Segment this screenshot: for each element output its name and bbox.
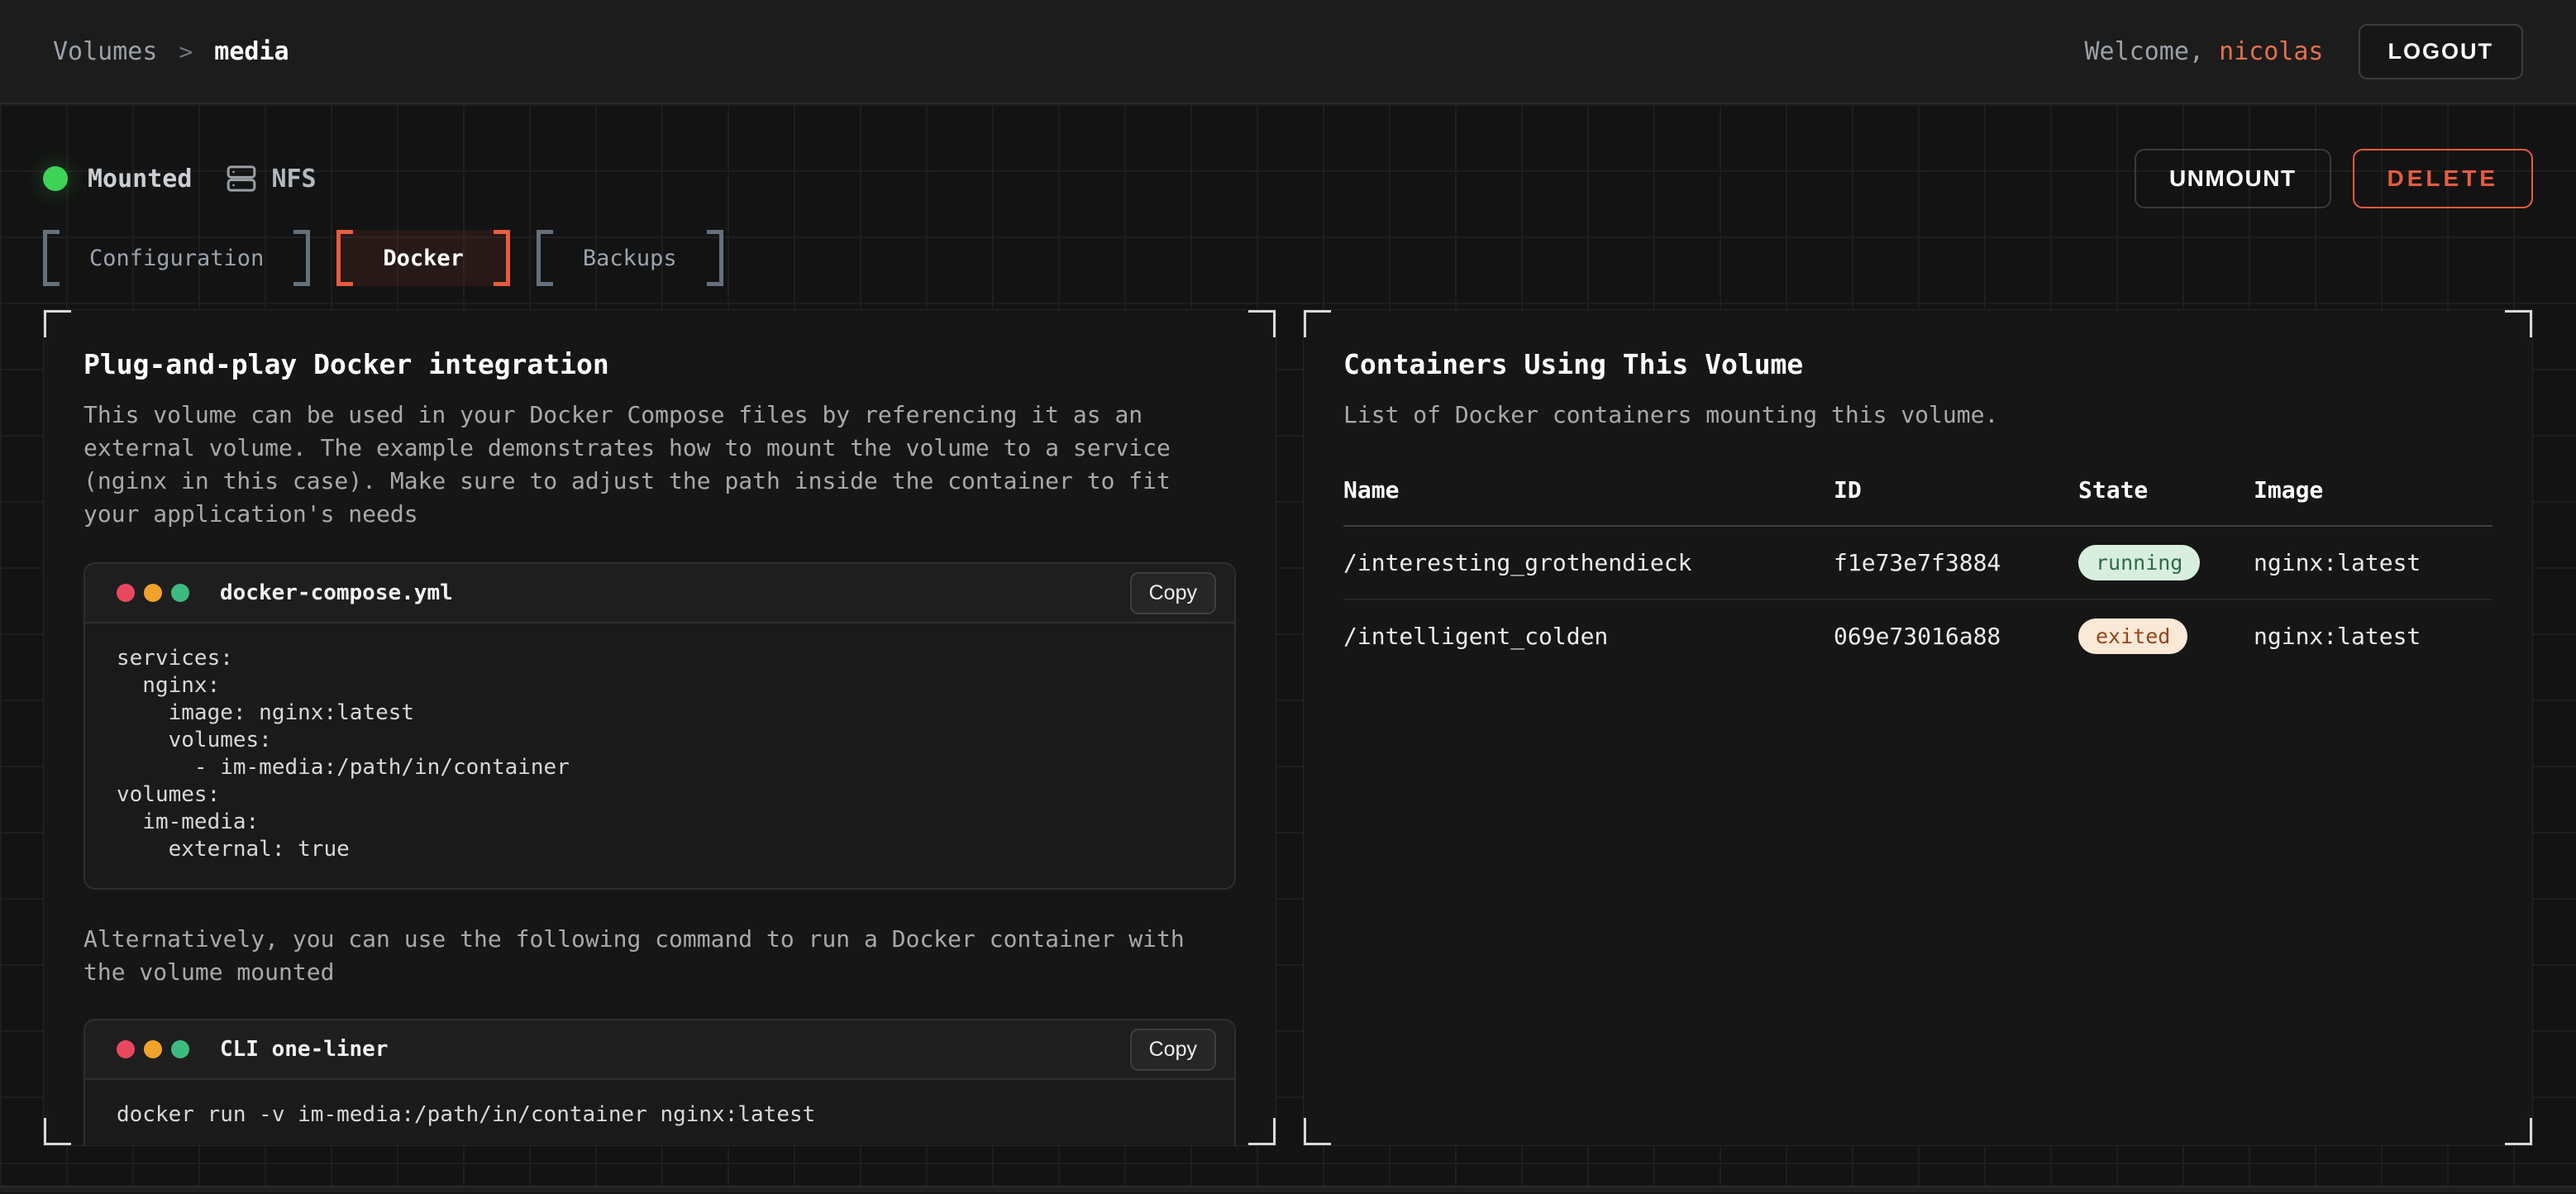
table-row: /interesting_grothendieck f1e73e7f3884 r…	[1343, 526, 2493, 599]
chevron-right-icon: >	[179, 38, 193, 65]
cli-code-content: docker run -v im-media:/path/in/containe…	[85, 1080, 1234, 1146]
col-header-state: State	[2078, 463, 2254, 526]
cell-container-name: /interesting_grothendieck	[1343, 526, 1834, 599]
volume-status-group: Mounted NFS	[43, 162, 317, 195]
compose-code-block: docker-compose.yml Copy services: nginx:…	[83, 562, 1236, 890]
col-header-name: Name	[1343, 463, 1834, 526]
compose-code-header: docker-compose.yml Copy	[85, 564, 1234, 623]
welcome-label: Welcome,	[2085, 37, 2205, 66]
breadcrumb-current-volume: media	[214, 37, 289, 66]
cell-container-name: /intelligent_colden	[1343, 599, 1834, 672]
panel-corner-icon	[1303, 1118, 1331, 1146]
panel-corner-icon	[1248, 309, 1276, 337]
tabs: Configuration Docker Backups	[43, 230, 2533, 286]
traffic-light-red-icon	[117, 584, 135, 602]
table-header-row: Name ID State Image	[1343, 463, 2493, 526]
state-badge: exited	[2078, 618, 2187, 654]
state-badge: running	[2078, 545, 2200, 580]
volume-type-label: NFS	[271, 165, 316, 193]
mounted-status-dot	[43, 166, 68, 191]
unmount-button[interactable]: UNMOUNT	[2135, 149, 2331, 208]
panel-corner-icon	[1303, 309, 1331, 337]
tab-docker-label: Docker	[353, 230, 494, 286]
docker-panel-description: This volume can be used in your Docker C…	[83, 399, 1198, 531]
header-bar: Volumes > media Welcome, nicolas LOGOUT	[0, 0, 2576, 104]
cli-code-header: CLI one-liner Copy	[85, 1020, 1234, 1080]
containers-panel-title: Containers Using This Volume	[1343, 348, 2493, 380]
panels: Plug-and-play Docker integration This vo…	[43, 309, 2533, 1146]
traffic-light-amber-icon	[144, 1040, 162, 1058]
traffic-light-green-icon	[171, 1040, 189, 1058]
header-user-area: Welcome, nicolas LOGOUT	[2085, 24, 2524, 79]
col-header-id: ID	[1834, 463, 2078, 526]
cli-intro-text: Alternatively, you can use the following…	[83, 923, 1198, 989]
bracket-left-icon	[43, 230, 60, 286]
traffic-light-amber-icon	[144, 584, 162, 602]
panel-corner-icon	[1248, 1118, 1276, 1146]
cli-code-block: CLI one-liner Copy docker run -v im-medi…	[83, 1019, 1236, 1146]
tab-docker[interactable]: Docker	[336, 230, 510, 286]
compose-code-content: services: nginx: image: nginx:latest vol…	[85, 623, 1234, 888]
bracket-right-icon	[707, 230, 723, 286]
volume-actions: UNMOUNT DELETE	[2135, 149, 2533, 208]
cell-container-image: nginx:latest	[2254, 599, 2493, 672]
username: nicolas	[2219, 37, 2323, 66]
cell-container-id: 069e73016a88	[1834, 599, 2078, 672]
tab-configuration-label: Configuration	[60, 230, 293, 286]
bracket-right-icon	[293, 230, 310, 286]
tab-backups[interactable]: Backups	[537, 230, 723, 286]
tab-backups-label: Backups	[553, 230, 707, 286]
copy-compose-button[interactable]: Copy	[1130, 572, 1216, 614]
cell-container-id: f1e73e7f3884	[1834, 526, 2078, 599]
compose-filename: docker-compose.yml	[220, 580, 453, 605]
server-icon	[225, 162, 258, 195]
bottom-section-edge	[0, 1186, 2576, 1192]
logout-button[interactable]: LOGOUT	[2359, 24, 2524, 79]
bracket-right-icon	[494, 230, 510, 286]
copy-cli-button[interactable]: Copy	[1130, 1029, 1216, 1071]
main-content: Mounted NFS UNMOUNT DELETE Configuration	[0, 104, 2576, 1186]
docker-panel-title: Plug-and-play Docker integration	[83, 348, 1236, 380]
panel-corner-icon	[2505, 1118, 2533, 1146]
breadcrumb: Volumes > media	[53, 37, 289, 66]
traffic-light-green-icon	[171, 584, 189, 602]
docker-integration-panel: Plug-and-play Docker integration This vo…	[43, 309, 1276, 1146]
containers-panel-description: List of Docker containers mounting this …	[1343, 399, 2458, 432]
col-header-image: Image	[2254, 463, 2493, 526]
panel-corner-icon	[43, 309, 71, 337]
traffic-light-red-icon	[117, 1040, 135, 1058]
mounted-status-label: Mounted	[88, 165, 192, 193]
panel-corner-icon	[43, 1118, 71, 1146]
delete-button[interactable]: DELETE	[2353, 149, 2533, 208]
tab-configuration[interactable]: Configuration	[43, 230, 310, 286]
volume-toolbar: Mounted NFS UNMOUNT DELETE	[43, 149, 2533, 208]
cell-container-image: nginx:latest	[2254, 526, 2493, 599]
table-row: /intelligent_colden 069e73016a88 exited …	[1343, 599, 2493, 672]
containers-panel: Containers Using This Volume List of Doc…	[1303, 309, 2533, 1146]
cli-filename: CLI one-liner	[220, 1037, 389, 1062]
breadcrumb-volumes-link[interactable]: Volumes	[53, 37, 157, 66]
bracket-left-icon	[537, 230, 553, 286]
bracket-left-icon	[336, 230, 353, 286]
welcome-text: Welcome, nicolas	[2085, 37, 2324, 66]
containers-table: Name ID State Image /interesting_grothen…	[1343, 463, 2493, 672]
panel-corner-icon	[2505, 309, 2533, 337]
